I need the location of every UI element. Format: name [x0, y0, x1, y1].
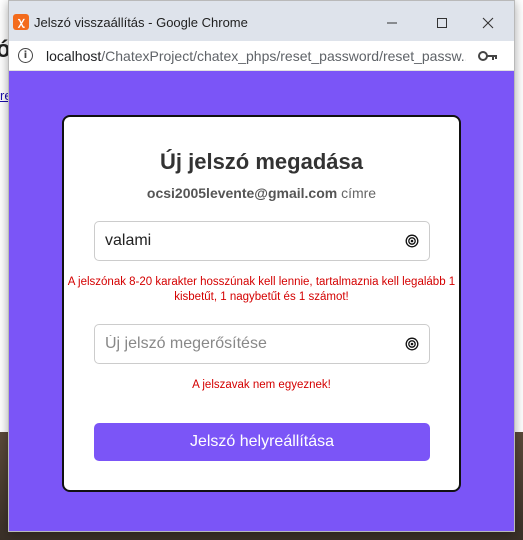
url-text[interactable]: localhost/ChatexProject/chatex_phps/rese… — [46, 48, 466, 64]
info-icon[interactable]: i — [18, 48, 33, 63]
window-title: Jelszó visszaállítás - Google Chrome — [34, 15, 248, 30]
minimize-icon — [387, 22, 397, 24]
page-title: Új jelszó megadása — [160, 149, 363, 174]
new-password-input[interactable] — [105, 222, 395, 260]
title-bar[interactable]: ꭓ Jelszó visszaállítás - Google Chrome — [9, 1, 514, 43]
xampp-icon: ꭓ — [13, 14, 29, 30]
password-error-message: A jelszónak 8-20 karakter hosszúnak kell… — [67, 276, 456, 303]
url-host: localhost — [46, 48, 102, 64]
app-icon-glyph: ꭓ — [17, 16, 25, 28]
eye-icon[interactable] — [405, 234, 419, 248]
minimize-button[interactable] — [377, 9, 407, 37]
confirm-password-field[interactable] — [94, 324, 430, 364]
maximize-icon — [437, 18, 447, 28]
reset-password-button[interactable]: Jelszó helyreállítása — [94, 423, 430, 461]
new-password-field[interactable] — [94, 221, 430, 261]
confirm-error-message: A jelszavak nem egyeznek! — [192, 379, 331, 391]
url-path: /ChatexProject/chatex_phps/reset_passwor… — [101, 48, 466, 64]
close-button[interactable] — [473, 9, 503, 37]
confirm-password-input[interactable] — [105, 325, 395, 363]
eye-icon[interactable] — [405, 337, 419, 351]
popup-window: ꭓ Jelszó visszaállítás - Google Chrome i… — [8, 0, 515, 532]
email-suffix: címre — [337, 185, 377, 201]
address-bar[interactable]: i localhost/ChatexProject/chatex_phps/re… — [9, 41, 514, 71]
email-address: ocsi2005levente@gmail.com — [146, 185, 338, 201]
key-icon[interactable] — [477, 48, 499, 64]
maximize-button[interactable] — [427, 9, 457, 37]
reset-password-card: Új jelszó megadása ocsi2005levente@gmail… — [62, 115, 461, 492]
close-icon — [482, 17, 494, 29]
email-subtitle: ocsi2005levente@gmail.com címre — [64, 185, 459, 201]
